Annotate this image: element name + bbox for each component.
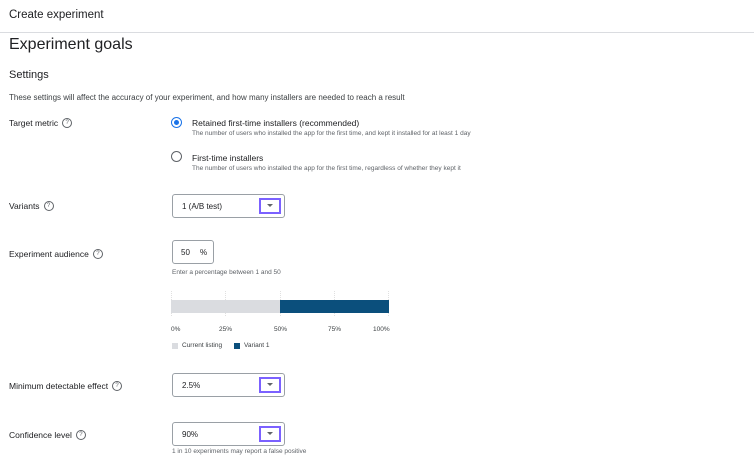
help-icon[interactable]: ? xyxy=(92,249,103,259)
legend-swatch-current xyxy=(172,343,178,349)
audience-label-text: Experiment audience xyxy=(9,249,89,259)
option-first-time-desc: The number of users who installed the ap… xyxy=(192,165,461,172)
help-icon[interactable]: ? xyxy=(75,430,86,440)
radio-retained-installers[interactable] xyxy=(171,117,182,128)
help-icon[interactable]: ? xyxy=(62,118,73,128)
confidence-value: 90% xyxy=(182,430,199,439)
top-bar xyxy=(0,0,754,33)
legend-variant: Variant 1 xyxy=(244,342,270,349)
audience-percent-input[interactable]: 50 % xyxy=(172,240,214,264)
variants-label: Variants ? xyxy=(9,201,54,211)
mde-label: Minimum detectable effect ? xyxy=(9,381,123,391)
legend-current: Current listing xyxy=(182,342,223,349)
mde-label-text: Minimum detectable effect xyxy=(9,381,109,391)
option-retained-desc: The number of users who installed the ap… xyxy=(192,130,471,137)
confidence-label-text: Confidence level xyxy=(9,430,72,440)
variants-label-text: Variants xyxy=(9,201,40,211)
percent-unit: % xyxy=(200,248,208,257)
mde-value: 2.5% xyxy=(182,381,201,390)
confidence-select[interactable]: 90% xyxy=(172,422,285,446)
audience-label: Experiment audience ? xyxy=(9,249,103,259)
legend-swatch-variant xyxy=(234,343,240,349)
tick-label: 25% xyxy=(219,326,233,333)
option-retained-title[interactable]: Retained first-time installers (recommen… xyxy=(192,118,359,128)
target-metric-label: Target metric ? xyxy=(9,118,73,128)
chevron-down-icon[interactable] xyxy=(259,377,281,393)
page-title: Experiment goals xyxy=(9,36,133,53)
radio-first-time-installers[interactable] xyxy=(171,151,182,162)
variants-select[interactable]: 1 (A/B test) xyxy=(172,194,285,218)
chevron-down-icon[interactable] xyxy=(259,426,281,442)
audience-hint: Enter a percentage between 1 and 50 xyxy=(172,269,281,276)
tick-label: 0% xyxy=(171,326,181,333)
settings-description: These settings will affect the accuracy … xyxy=(9,93,405,102)
mde-select[interactable]: 2.5% xyxy=(172,373,285,397)
confidence-label: Confidence level ? xyxy=(9,430,86,440)
tick-label: 100% xyxy=(373,326,390,333)
option-first-time-title[interactable]: First-time installers xyxy=(192,153,263,163)
section-title: Settings xyxy=(9,69,49,81)
tick-label: 50% xyxy=(274,326,288,333)
split-bar xyxy=(171,300,389,313)
chevron-down-icon[interactable] xyxy=(259,198,281,214)
window-title: Create experiment xyxy=(9,9,104,21)
tick-label: 75% xyxy=(328,326,342,333)
audience-value: 50 xyxy=(181,248,190,257)
variants-value: 1 (A/B test) xyxy=(182,202,223,211)
help-icon[interactable]: ? xyxy=(43,201,54,211)
variant-bar-segment xyxy=(280,300,389,313)
confidence-hint: 1 in 10 experiments may report a false p… xyxy=(172,448,307,455)
help-icon[interactable]: ? xyxy=(112,381,123,391)
target-metric-label-text: Target metric xyxy=(9,118,59,128)
